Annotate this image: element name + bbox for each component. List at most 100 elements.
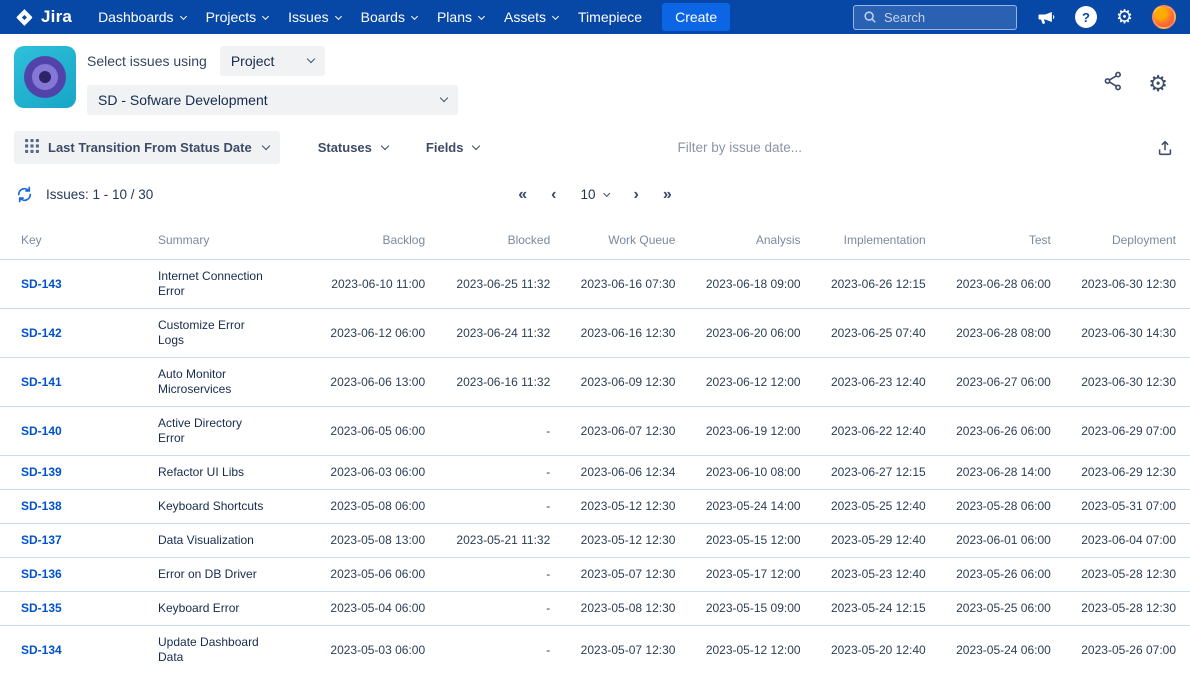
issue-key-link[interactable]: SD-137 xyxy=(21,533,62,547)
transition-date-cell: 2023-06-16 11:32 xyxy=(425,366,550,399)
statuses-dropdown[interactable]: Statuses xyxy=(318,140,388,155)
search-input[interactable] xyxy=(884,10,1004,25)
transition-date-cell: 2023-05-28 06:00 xyxy=(926,490,1051,523)
chevron-down-icon xyxy=(411,12,418,19)
fields-dropdown[interactable]: Fields xyxy=(426,140,480,155)
transition-date-cell: 2023-05-28 12:30 xyxy=(1051,592,1176,625)
transition-date-cell: 2023-06-18 09:00 xyxy=(675,268,800,301)
column-header-test[interactable]: Test xyxy=(926,233,1051,247)
transition-date-cell: 2023-06-22 12:40 xyxy=(801,415,926,448)
issue-key-link[interactable]: SD-141 xyxy=(21,375,62,389)
settings-gear-icon[interactable]: ⚙ xyxy=(1148,73,1168,95)
refresh-icon[interactable] xyxy=(16,186,33,203)
issue-source-controls: Select issues using Project SD - Sofware… xyxy=(87,46,458,115)
issue-key-link[interactable]: SD-140 xyxy=(21,424,62,438)
chevron-down-icon xyxy=(261,141,269,149)
transition-date-cell: 2023-06-20 06:00 xyxy=(675,317,800,350)
issue-key-link[interactable]: SD-135 xyxy=(21,601,62,615)
nav-item-timepiece[interactable]: Timepiece xyxy=(568,2,652,32)
issue-key-link[interactable]: SD-142 xyxy=(21,326,62,340)
transition-date-cell: 2023-06-28 08:00 xyxy=(926,317,1051,350)
nav-right-cluster: ? ⚙ xyxy=(853,5,1176,30)
column-header-summary[interactable]: Summary xyxy=(158,233,300,247)
chevron-down-icon xyxy=(478,12,485,19)
transition-date-cell: 2023-06-05 06:00 xyxy=(300,415,425,448)
avatar[interactable] xyxy=(1152,5,1176,29)
transition-date-cell: 2023-05-26 07:00 xyxy=(1051,634,1176,667)
help-icon[interactable]: ? xyxy=(1075,6,1097,28)
issue-key-link[interactable]: SD-139 xyxy=(21,465,62,479)
share-icon[interactable] xyxy=(1102,70,1124,97)
column-header-work-queue[interactable]: Work Queue xyxy=(550,233,675,247)
transition-date-cell: - xyxy=(425,415,550,448)
gadget-toolbar: Last Transition From Status Date Statuse… xyxy=(0,121,1190,178)
transition-date-cell: 2023-05-12 12:00 xyxy=(675,634,800,667)
nav-item-dashboards[interactable]: Dashboards xyxy=(88,2,196,32)
export-icon[interactable] xyxy=(1156,139,1174,157)
issue-summary: Data Visualization xyxy=(158,524,264,557)
transition-date-cell: 2023-06-10 08:00 xyxy=(675,456,800,489)
transition-date-cell: 2023-05-12 12:30 xyxy=(550,524,675,557)
issue-key-link[interactable]: SD-134 xyxy=(21,643,62,657)
transition-date-cell: - xyxy=(425,592,550,625)
gadget-header: Select issues using Project SD - Sofware… xyxy=(0,34,1190,121)
nav-item-label: Projects xyxy=(206,9,257,25)
nav-item-boards[interactable]: Boards xyxy=(351,2,427,32)
issue-summary: Error on DB Driver xyxy=(158,558,264,591)
column-header-key[interactable]: Key xyxy=(21,233,158,247)
table-row: SD-139Refactor UI Libs2023-06-03 06:00-2… xyxy=(0,455,1190,489)
grid-icon xyxy=(25,139,39,156)
issue-date-filter-input[interactable] xyxy=(677,140,837,155)
transition-date-cell: - xyxy=(425,558,550,591)
announcement-icon[interactable] xyxy=(1036,7,1056,27)
issue-key-link[interactable]: SD-143 xyxy=(21,277,62,291)
issue-source-select[interactable]: Project xyxy=(220,46,326,76)
column-header-backlog[interactable]: Backlog xyxy=(300,233,425,247)
issue-summary: Keyboard Error xyxy=(158,592,264,625)
issue-summary: Active Directory Error xyxy=(158,407,264,455)
issue-key-link[interactable]: SD-136 xyxy=(21,567,62,581)
next-page-button[interactable]: › xyxy=(634,187,639,203)
transition-date-cell: - xyxy=(425,490,550,523)
nav-item-label: Timepiece xyxy=(578,9,642,25)
transition-date-cell: 2023-06-16 12:30 xyxy=(550,317,675,350)
project-select[interactable]: SD - Sofware Development xyxy=(87,85,458,115)
column-header-deployment[interactable]: Deployment xyxy=(1051,233,1176,247)
issue-summary: Auto Monitor Microservices xyxy=(158,358,264,406)
jira-logo[interactable]: Jira xyxy=(14,7,72,28)
transition-date-cell: 2023-05-17 12:00 xyxy=(675,558,800,591)
transition-date-cell: 2023-06-06 13:00 xyxy=(300,366,425,399)
issue-summary: Keyboard Shortcuts xyxy=(158,490,264,523)
search-box xyxy=(853,5,1017,30)
column-header-analysis[interactable]: Analysis xyxy=(675,233,800,247)
nav-item-projects[interactable]: Projects xyxy=(196,2,279,32)
table-row: SD-134Update Dashboard Data2023-05-03 06… xyxy=(0,625,1190,674)
nav-item-issues[interactable]: Issues xyxy=(278,2,350,32)
gear-icon[interactable]: ⚙ xyxy=(1116,8,1133,27)
page-size-value: 10 xyxy=(580,187,595,202)
column-header-blocked[interactable]: Blocked xyxy=(425,233,550,247)
nav-item-assets[interactable]: Assets xyxy=(494,2,568,32)
table-row: SD-143Internet Connection Error2023-06-1… xyxy=(0,259,1190,308)
page-size-select[interactable]: 10 xyxy=(580,187,609,202)
table-row: SD-137Data Visualization2023-05-08 13:00… xyxy=(0,523,1190,557)
transition-date-cell: 2023-06-23 12:40 xyxy=(801,366,926,399)
prev-page-button[interactable]: ‹ xyxy=(551,187,556,203)
create-button[interactable]: Create xyxy=(662,3,730,31)
transition-date-cell: 2023-05-21 11:32 xyxy=(425,524,550,557)
table-row: SD-135Keyboard Error2023-05-04 06:00-202… xyxy=(0,591,1190,625)
last-page-button[interactable]: » xyxy=(663,187,672,203)
table-row: SD-142Customize Error Logs2023-06-12 06:… xyxy=(0,308,1190,357)
transition-date-cell: 2023-05-03 06:00 xyxy=(300,634,425,667)
transition-date-cell: 2023-05-23 12:40 xyxy=(801,558,926,591)
transition-date-cell: 2023-05-29 12:40 xyxy=(801,524,926,557)
column-header-implementation[interactable]: Implementation xyxy=(801,233,926,247)
first-page-button[interactable]: « xyxy=(518,187,527,203)
nav-item-plans[interactable]: Plans xyxy=(427,2,494,32)
nav-item-label: Plans xyxy=(437,9,472,25)
camera-icon xyxy=(24,56,66,98)
transition-date-cell: 2023-05-07 12:30 xyxy=(550,634,675,667)
date-field-select[interactable]: Last Transition From Status Date xyxy=(14,131,280,164)
transition-date-cell: 2023-06-28 14:00 xyxy=(926,456,1051,489)
issue-key-link[interactable]: SD-138 xyxy=(21,499,62,513)
